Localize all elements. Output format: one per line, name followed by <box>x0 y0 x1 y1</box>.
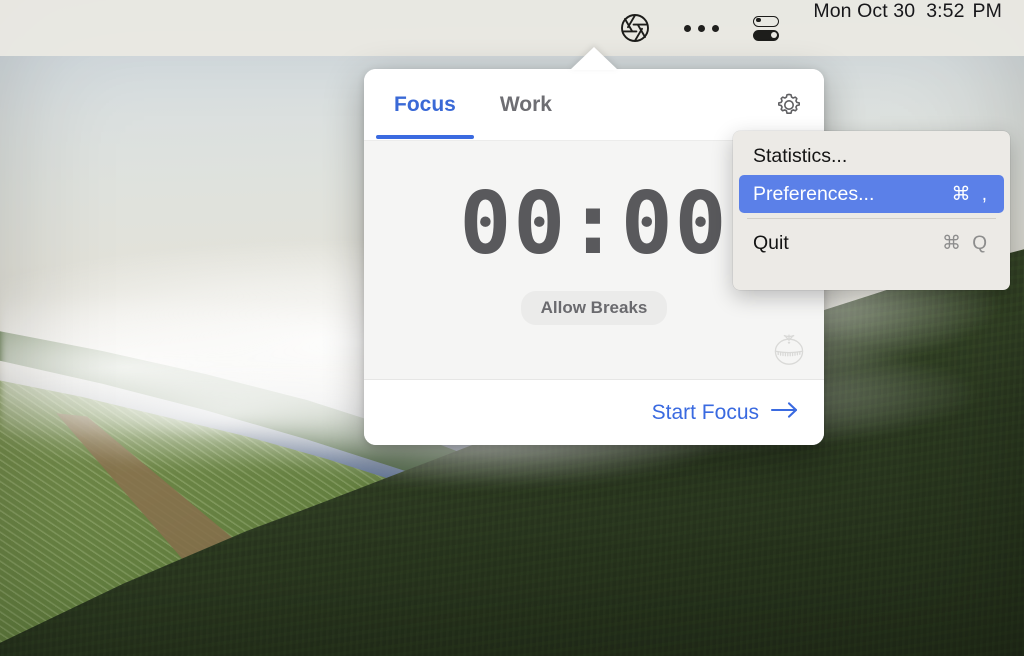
menu-item-preferences-shortcut: ⌘ , <box>951 183 990 205</box>
tab-focus[interactable]: Focus <box>372 69 478 140</box>
tab-work[interactable]: Work <box>478 69 574 140</box>
start-focus-label: Start Focus <box>651 400 759 424</box>
menu-bar: Mon Oct 30 3:52 PM <box>0 0 1024 56</box>
menu-item-preferences[interactable]: Preferences... ⌘ , <box>739 175 1004 213</box>
control-center-icon[interactable] <box>753 0 780 56</box>
popover-tabbar: Focus Work <box>364 69 824 140</box>
menu-item-statistics[interactable]: Statistics... <box>739 137 1004 175</box>
clock-ampm: PM <box>972 0 1002 22</box>
menu-separator <box>747 218 996 219</box>
menu-item-quit[interactable]: Quit ⌘ Q <box>739 224 1004 262</box>
tomato-timer-icon <box>772 332 806 371</box>
gear-icon[interactable] <box>770 86 808 124</box>
menu-item-quit-label: Quit <box>753 231 789 254</box>
start-focus-button[interactable]: Start Focus <box>652 400 800 426</box>
popover-caret <box>570 47 618 71</box>
menu-item-statistics-label: Statistics... <box>753 144 848 167</box>
menu-item-quit-shortcut: ⌘ Q <box>941 232 990 254</box>
menu-item-preferences-label: Preferences... <box>753 182 875 205</box>
arrow-right-icon <box>770 400 800 426</box>
menubar-clock[interactable]: Mon Oct 30 3:52 PM <box>813 0 1002 56</box>
clock-time: 3:52 <box>926 0 965 22</box>
more-icon[interactable] <box>684 0 720 56</box>
clock-date: Mon Oct 30 <box>813 0 916 22</box>
timer-display: 00:00 <box>459 174 729 274</box>
settings-dropdown-menu: Statistics... Preferences... ⌘ , Quit ⌘ … <box>733 131 1010 290</box>
aperture-icon[interactable] <box>620 0 650 56</box>
allow-breaks-button[interactable]: Allow Breaks <box>520 291 668 325</box>
popover-footer: Start Focus <box>364 379 824 445</box>
